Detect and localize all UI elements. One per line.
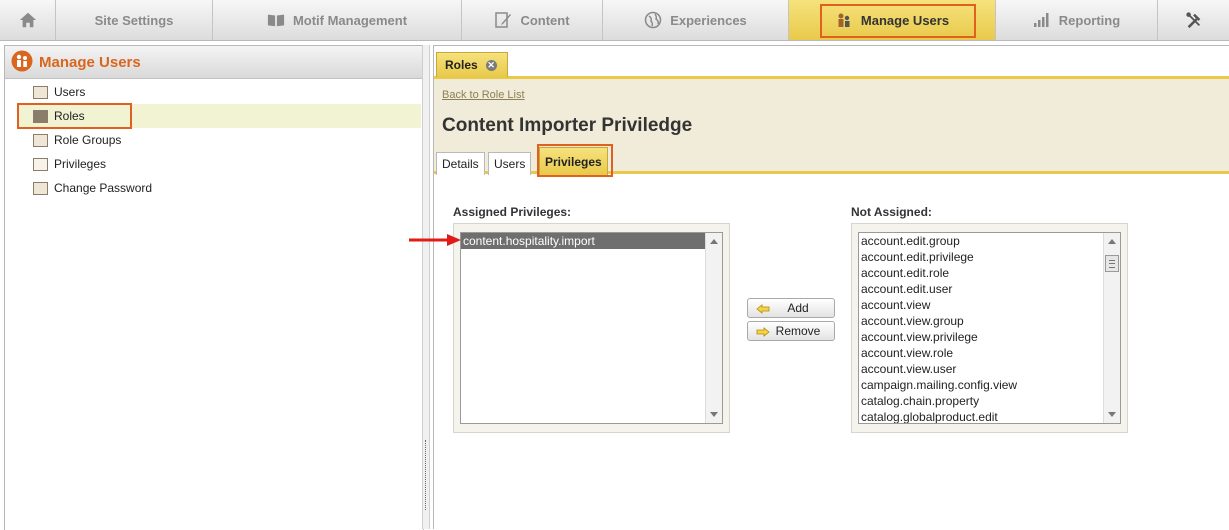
nav-experiences[interactable]: Experiences (603, 0, 789, 40)
privilege-icon (33, 157, 48, 171)
left-panel-header: Manage Users (5, 46, 423, 79)
role-header: Back to Role List Content Importer Privi… (434, 79, 1229, 177)
back-to-role-list-link[interactable]: Back to Role List (442, 89, 525, 101)
nav-label: Content (520, 12, 570, 28)
nav-label: Reporting (1058, 12, 1121, 28)
list-option[interactable]: account.view.group (859, 313, 1120, 329)
assigned-privileges-list[interactable]: content.hospitality.import (460, 232, 723, 424)
users-orange-icon (11, 50, 33, 75)
right-panel: Roles ✕ Back to Role List Content Import… (433, 45, 1229, 529)
splitter-grip[interactable] (425, 440, 429, 510)
tree-item-privileges[interactable]: Privileges (17, 152, 421, 176)
nav-home[interactable] (0, 0, 56, 40)
top-navigation: Site Settings Motif Management Content E… (0, 0, 1229, 41)
tree-item-label: Change Password (54, 181, 153, 195)
annotation-arrow-icon (409, 234, 461, 249)
tree-item-label: Role Groups (54, 133, 122, 147)
scroll-up-icon[interactable] (1108, 239, 1116, 244)
page-title: Content Importer Priviledge (442, 115, 693, 136)
role-group-icon (33, 133, 48, 147)
tab-label: Users (494, 157, 526, 171)
globe-icon (644, 11, 662, 29)
user-card-icon (33, 85, 48, 99)
left-arrow-icon (756, 303, 770, 314)
list-option[interactable]: account.view.role (859, 345, 1120, 361)
tab-label: Details (442, 157, 479, 171)
edit-icon (494, 11, 512, 29)
scroll-up-icon[interactable] (710, 239, 718, 244)
nav-label: Site Settings (94, 12, 174, 28)
assigned-privileges-label: Assigned Privileges: (453, 205, 572, 219)
list-option[interactable]: content.hospitality.import (461, 233, 722, 249)
list-option[interactable]: account.view.privilege (859, 329, 1120, 345)
left-panel: Manage Users Users Roles Role Groups Pri… (4, 45, 424, 530)
panel-splitter[interactable] (422, 45, 430, 529)
tree-item-label: Users (54, 85, 86, 99)
scroll-down-icon[interactable] (710, 412, 718, 417)
tree-item-role-groups[interactable]: Role Groups (17, 128, 421, 152)
close-icon[interactable]: ✕ (485, 59, 497, 71)
right-arrow-icon (756, 326, 770, 337)
nav-content[interactable]: Content (462, 0, 603, 40)
manage-users-highlight (820, 4, 976, 38)
scroll-thumb[interactable] (1105, 255, 1119, 272)
not-assigned-list-frame: account.edit.group account.edit.privilege… (851, 223, 1128, 433)
assigned-scrollbar[interactable] (705, 233, 722, 423)
list-option[interactable]: account.view.user (859, 361, 1120, 377)
book-icon (267, 11, 285, 29)
list-option[interactable]: catalog.chain.property (859, 393, 1120, 409)
list-option[interactable]: account.edit.privilege (859, 249, 1120, 265)
not-assigned-scrollbar[interactable] (1103, 233, 1120, 423)
password-icon (33, 181, 48, 195)
nav-tools[interactable] (1158, 0, 1229, 40)
tab-label: Roles (445, 58, 478, 72)
list-option[interactable]: campaign.mailing.config.view (859, 377, 1120, 393)
tree-item-label: Privileges (54, 157, 107, 171)
remove-label: Remove (775, 324, 821, 338)
remove-button[interactable]: Remove (747, 321, 835, 341)
list-option[interactable]: account.view (859, 297, 1120, 313)
nav-label: Motif Management (292, 12, 408, 28)
add-button[interactable]: Add (747, 298, 835, 318)
nav-site-settings[interactable]: Site Settings (56, 0, 213, 40)
tab-roles[interactable]: Roles ✕ (436, 52, 508, 77)
list-option[interactable]: catalog.globalproduct.edit (859, 409, 1120, 423)
home-icon (19, 11, 37, 29)
list-option[interactable]: account.edit.group (859, 233, 1120, 249)
tree-item-users[interactable]: Users (17, 80, 421, 104)
list-option[interactable]: account.edit.user (859, 281, 1120, 297)
not-assigned-label: Not Assigned: (851, 205, 932, 219)
left-panel-title: Manage Users (39, 53, 141, 71)
assigned-list-frame: content.hospitality.import (453, 223, 730, 433)
tree-item-change-password[interactable]: Change Password (17, 176, 421, 200)
roles-highlight (17, 103, 132, 129)
tab-users[interactable]: Users (488, 152, 532, 175)
document-tabstrip: Roles ✕ (434, 46, 1229, 79)
nav-motif-management[interactable]: Motif Management (213, 0, 462, 40)
add-label: Add (787, 301, 809, 315)
privileges-tab-highlight (537, 144, 613, 177)
tools-icon (1185, 11, 1203, 29)
scroll-down-icon[interactable] (1108, 412, 1116, 417)
nav-reporting[interactable]: Reporting (996, 0, 1158, 40)
nav-label: Experiences (670, 12, 747, 28)
not-assigned-privileges-list[interactable]: account.edit.group account.edit.privilege… (858, 232, 1121, 424)
list-option[interactable]: account.edit.role (859, 265, 1120, 281)
bar-chart-icon (1033, 11, 1051, 29)
tab-details[interactable]: Details (436, 152, 485, 175)
